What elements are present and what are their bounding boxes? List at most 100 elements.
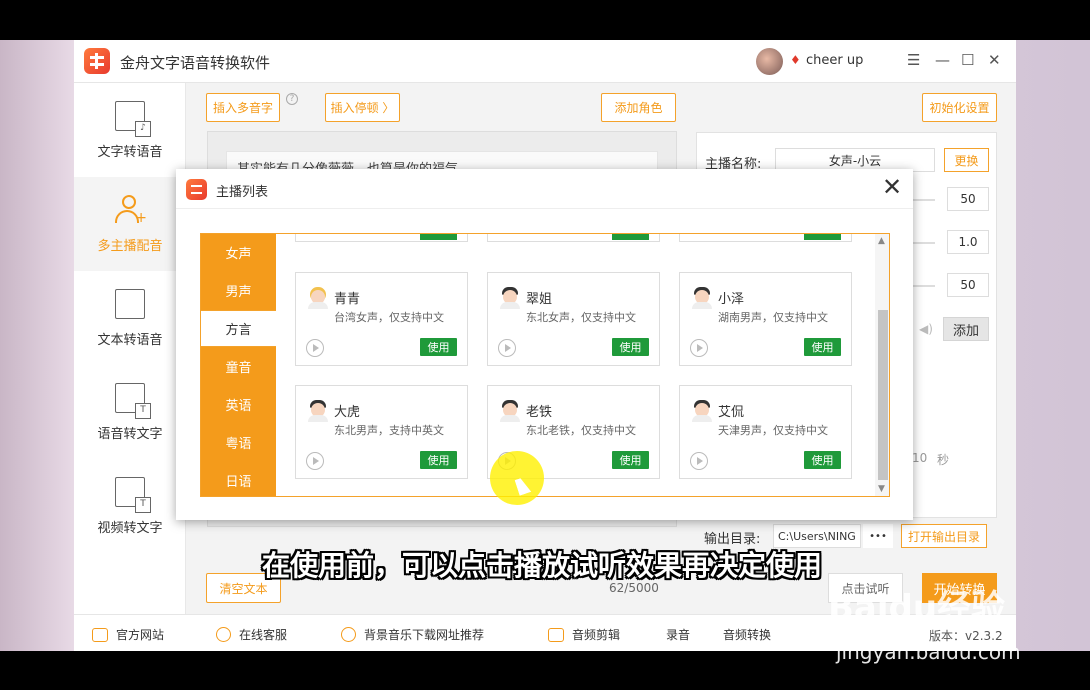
video-subtitle: 在使用前，可以点击播放试听效果再决定使用 <box>262 549 823 582</box>
voice-desc: 天津男声，仅支持中文 <box>718 424 828 437</box>
voice-card[interactable]: 艾侃 天津男声，仅支持中文 使用 <box>679 385 852 479</box>
voice-name: 艾侃 <box>718 405 745 420</box>
category-english[interactable]: 英语 <box>201 386 276 423</box>
video-to-text-icon: T <box>115 476 151 513</box>
init-settings-button[interactable]: 初始化设置 <box>922 93 997 122</box>
play-icon[interactable] <box>498 339 516 357</box>
text-to-speech-icon: ♪ <box>115 100 151 137</box>
play-icon[interactable] <box>306 452 324 470</box>
male-avatar-icon <box>692 400 712 422</box>
seconds-unit: 秒 <box>937 453 950 467</box>
maximize-button[interactable]: ☐ <box>961 51 974 69</box>
footer-official-site[interactable]: 官方网站 <box>92 626 164 643</box>
sidebar-item-speech-to-text[interactable]: T 语音转文字 <box>74 365 186 459</box>
voice-desc: 台湾女声，仅支持中文 <box>334 311 444 324</box>
sidebar-item-label: 文字转语音 <box>97 144 163 160</box>
male-avatar-icon <box>500 400 520 422</box>
sidebar-item-label: 文本转语音 <box>97 332 163 348</box>
voice-card[interactable]: 大虎 东北男声，支持中英文 使用 <box>295 385 468 479</box>
username[interactable]: cheer up <box>806 53 863 68</box>
volume-value[interactable]: 50 <box>947 187 989 211</box>
sidebar-item-multi-anchor[interactable]: + 多主播配音 <box>74 177 186 271</box>
add-role-button[interactable]: 添加角色 <box>601 93 676 122</box>
sidebar-item-text-to-speech[interactable]: ♪ 文字转语音 <box>74 83 186 177</box>
insert-polyphone-button[interactable]: 插入多音字 <box>206 93 280 122</box>
play-icon[interactable] <box>690 452 708 470</box>
footer-label: 音频剪辑 <box>572 628 621 642</box>
voice-desc: 东北老铁，仅支持中文 <box>526 424 636 437</box>
footer-online-service[interactable]: 在线客服 <box>216 626 287 643</box>
browse-output-button[interactable]: ••• <box>863 524 893 548</box>
dialog-close-icon[interactable]: ✕ <box>882 173 902 201</box>
voice-card[interactable]: 翠姐 东北女声，仅支持中文 使用 <box>487 272 660 366</box>
minimize-button[interactable]: — <box>935 51 950 69</box>
use-voice-button[interactable]: 使用 <box>804 451 841 469</box>
title-bar: 金舟文字语音转换软件 ♦ cheer up ☰ — ☐ ✕ <box>74 40 1016 83</box>
footer-record[interactable]: 录音 <box>666 626 690 643</box>
monitor-icon <box>92 627 108 642</box>
add-button[interactable]: 添加 <box>943 317 989 341</box>
app-title: 金舟文字语音转换软件 <box>120 54 271 72</box>
help-icon[interactable]: ? <box>286 93 298 105</box>
play-icon[interactable] <box>690 339 708 357</box>
scrollbar-thumb[interactable] <box>878 310 888 480</box>
category-dialect[interactable]: 方言 <box>201 310 276 347</box>
change-anchor-button[interactable]: 更换 <box>944 148 989 172</box>
speech-to-text-icon: T <box>115 382 151 419</box>
user-avatar[interactable] <box>756 48 783 75</box>
app-logo-icon <box>186 179 207 200</box>
use-voice-button[interactable]: 使用 <box>612 451 649 469</box>
use-voice-button[interactable]: 使用 <box>612 338 649 356</box>
voice-card[interactable]: 小泽 湖南男声，仅支持中文 使用 <box>679 272 852 366</box>
speaker-icon: ◀) <box>919 322 933 336</box>
voice-desc: 东北女声，仅支持中文 <box>526 311 636 324</box>
voice-list-scrollbar[interactable]: ▲ ▼ <box>875 234 889 496</box>
footer-audio-convert[interactable]: 音频转换 <box>723 626 771 643</box>
category-list: 女声 男声 方言 童音 英语 粤语 日语 <box>201 234 276 496</box>
use-voice-button[interactable]: 使用 <box>420 338 457 356</box>
voice-card-partial <box>487 234 660 242</box>
voice-card-partial <box>295 234 468 242</box>
voice-card[interactable]: 青青 台湾女声，仅支持中文 使用 <box>295 272 468 366</box>
footer-label: 官方网站 <box>116 628 165 642</box>
voice-name: 小泽 <box>718 292 745 307</box>
open-output-dir-button[interactable]: 打开输出目录 <box>901 524 987 548</box>
sidebar-item-label: 多主播配音 <box>97 238 163 254</box>
voice-name: 老铁 <box>526 405 553 420</box>
category-female[interactable]: 女声 <box>201 234 276 271</box>
sidebar-item-document-to-speech[interactable]: 文本转语音 <box>74 271 186 365</box>
voice-desc: 东北男声，支持中英文 <box>334 424 444 437</box>
dialog-header: 主播列表 ✕ <box>176 169 913 209</box>
category-japanese[interactable]: 日语 <box>201 462 276 496</box>
play-icon[interactable] <box>306 339 324 357</box>
close-button[interactable]: ✕ <box>988 51 1001 69</box>
app-logo-icon <box>84 48 110 74</box>
scroll-down-icon[interactable]: ▼ <box>878 484 885 494</box>
anchor-list-body: 女声 男声 方言 童音 英语 粤语 日语 青青 台湾女声，仅支持中文 使用 翠姐… <box>200 233 890 497</box>
use-voice-button[interactable]: 使用 <box>420 451 457 469</box>
footer-audio-cut[interactable]: 音频剪辑 <box>548 626 620 643</box>
vip-diamond-icon: ♦ <box>790 53 801 67</box>
insert-pause-button[interactable]: 插入停顿 〉 <box>325 93 400 122</box>
use-voice-button[interactable]: 使用 <box>804 338 841 356</box>
support-icon <box>216 627 231 642</box>
sidebar-item-video-to-text[interactable]: T 视频转文字 <box>74 459 186 553</box>
category-male[interactable]: 男声 <box>201 272 276 309</box>
male-avatar-icon <box>500 287 520 309</box>
footer-bgm-link[interactable]: 背景音乐下载网址推荐 <box>341 626 484 643</box>
scissors-icon <box>548 627 564 642</box>
seconds-value[interactable]: 10 <box>912 451 927 465</box>
sidebar-item-label: 语音转文字 <box>97 426 163 442</box>
category-cantonese[interactable]: 粤语 <box>201 424 276 461</box>
voice-name: 青青 <box>334 292 361 307</box>
music-icon <box>341 627 356 642</box>
female-avatar-icon <box>308 287 328 309</box>
category-child[interactable]: 童音 <box>201 348 276 385</box>
scroll-up-icon[interactable]: ▲ <box>878 236 885 246</box>
speed-value[interactable]: 1.0 <box>947 230 989 254</box>
menu-icon[interactable]: ☰ <box>907 51 920 69</box>
pitch-value[interactable]: 50 <box>947 273 989 297</box>
baidu-watermark: Baidu经验 <box>828 588 1006 628</box>
sidebar: ♪ 文字转语音 + 多主播配音 文本转语音 T 语音转文字 T 视频转文字 <box>74 83 186 614</box>
cursor-highlight <box>490 451 544 505</box>
